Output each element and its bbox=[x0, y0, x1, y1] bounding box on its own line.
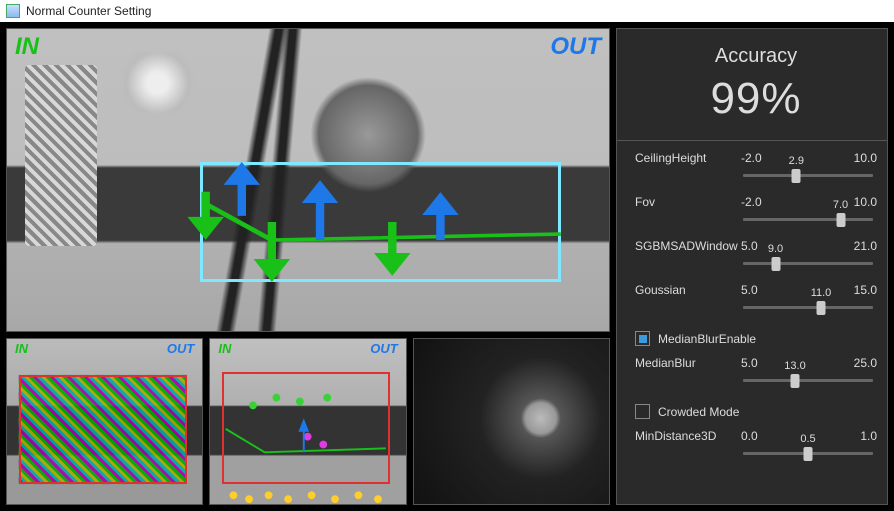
slider-median-blur[interactable]: 13.0 bbox=[743, 372, 873, 390]
thumb-depth[interactable] bbox=[413, 338, 610, 506]
param-min: 5.0 bbox=[741, 283, 791, 297]
thumb-tracking[interactable]: IN OUT bbox=[209, 338, 406, 506]
param-min: 5.0 bbox=[741, 239, 791, 253]
slider-ceiling-height[interactable]: 2.9 bbox=[743, 167, 873, 185]
roi-rect bbox=[222, 372, 390, 485]
check-label: Crowded Mode bbox=[658, 405, 739, 419]
thumb-optical-flow[interactable]: IN OUT bbox=[6, 338, 203, 506]
checkbox-icon bbox=[635, 404, 650, 419]
check-median-blur-enable[interactable]: MedianBlurEnable bbox=[635, 331, 877, 346]
depth-map bbox=[414, 339, 609, 505]
param-median-blur: MedianBlur 5.0 25.0 13.0 bbox=[635, 356, 877, 390]
param-fov: Fov -2.0 10.0 7.0 bbox=[635, 195, 877, 229]
check-crowded-mode[interactable]: Crowded Mode bbox=[635, 404, 877, 419]
param-label: CeilingHeight bbox=[635, 151, 733, 165]
slider-min-distance-3d[interactable]: 0.5 bbox=[743, 445, 873, 463]
accuracy-value: 99% bbox=[635, 74, 877, 124]
divider bbox=[617, 140, 887, 141]
param-label: MedianBlur bbox=[635, 356, 733, 370]
in-label: IN bbox=[15, 341, 28, 356]
param-min-distance-3d: MinDistance3D 0.0 1.0 0.5 bbox=[635, 429, 877, 463]
settings-panel: Accuracy 99% CeilingHeight -2.0 10.0 2.9… bbox=[616, 28, 888, 505]
param-max: 10.0 bbox=[799, 151, 877, 165]
roi-rect bbox=[19, 375, 187, 484]
window-title: Normal Counter Setting bbox=[26, 4, 151, 18]
param-max: 25.0 bbox=[799, 356, 877, 370]
param-ceiling-height: CeilingHeight -2.0 10.0 2.9 bbox=[635, 151, 877, 185]
slider-goussian[interactable]: 11.0 bbox=[743, 299, 873, 317]
out-label: OUT bbox=[167, 341, 194, 356]
slider-fov[interactable]: 7.0 bbox=[743, 211, 873, 229]
param-label: Goussian bbox=[635, 283, 733, 297]
main-video-view[interactable]: IN OUT bbox=[6, 28, 610, 332]
check-label: MedianBlurEnable bbox=[658, 332, 756, 346]
checkbox-icon bbox=[635, 331, 650, 346]
param-min: -2.0 bbox=[741, 195, 791, 209]
param-label: MinDistance3D bbox=[635, 429, 733, 443]
app-icon bbox=[6, 4, 20, 18]
param-min: -2.0 bbox=[741, 151, 791, 165]
in-label: IN bbox=[218, 341, 231, 356]
accuracy-label: Accuracy bbox=[635, 45, 877, 68]
param-max: 21.0 bbox=[799, 239, 877, 253]
slider-sgbm[interactable]: 9.0 bbox=[743, 255, 873, 273]
count-line[interactable] bbox=[7, 29, 609, 331]
out-label: OUT bbox=[370, 341, 397, 356]
titlebar: Normal Counter Setting bbox=[0, 0, 894, 22]
content-area: IN OUT bbox=[0, 22, 894, 511]
param-sgbm: SGBMSADWindow 5.0 21.0 9.0 bbox=[635, 239, 877, 273]
param-goussian: Goussian 5.0 15.0 11.0 bbox=[635, 283, 877, 317]
param-label: SGBMSADWindow bbox=[635, 239, 733, 253]
param-label: Fov bbox=[635, 195, 733, 209]
param-min: 0.0 bbox=[741, 429, 791, 443]
